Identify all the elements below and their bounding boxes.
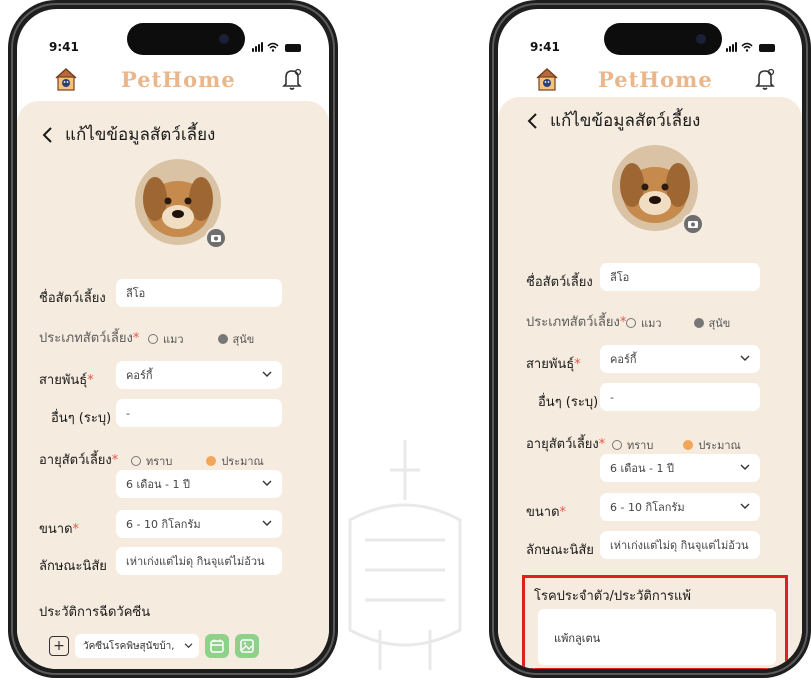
status-icons <box>252 42 301 52</box>
radio-dog[interactable]: สุนัข <box>693 314 730 332</box>
signal-icon <box>726 42 737 52</box>
status-time: 9:41 <box>49 40 79 54</box>
signal-icon <box>252 42 263 52</box>
comparison-stage: 9:41 PetHome แก้ไขข้อมูลสัตว์เลี้ยง ชื่อ… <box>0 0 811 682</box>
page-header: แก้ไขข้อมูลสัตว์เลี้ยง <box>526 107 700 134</box>
pet-name-field[interactable]: ลีโอ <box>116 279 282 307</box>
trait-field[interactable]: เห่าเก่งแต่ไม่ดุ กินจุแต่ไม่อ้วน <box>600 531 760 559</box>
radio-cat[interactable]: แมว <box>148 330 184 348</box>
vaccine-section-title: ประวัติการฉีดวัคซีน <box>39 605 151 620</box>
age-select[interactable]: 6 เดือน - 1 ปี <box>600 454 760 482</box>
wifi-icon <box>741 42 753 52</box>
bell-icon[interactable] <box>279 66 305 92</box>
pet-avatar[interactable] <box>135 159 227 249</box>
image-upload-icon[interactable] <box>235 634 259 658</box>
chevron-down-icon <box>262 480 272 486</box>
size-label: ขนาด* <box>39 522 80 537</box>
vaccine-row: + วัคซีนโรคพิษสุนัขบ้า, <box>49 634 259 658</box>
radio-age-estimate[interactable]: ประมาณ <box>206 452 264 470</box>
pet-type-label: ประเภทสัตว์เลี้ยง* <box>526 315 627 330</box>
house-icon[interactable] <box>53 66 79 92</box>
radio-dog[interactable]: สุนัข <box>217 330 254 348</box>
pet-type-label: ประเภทสัตว์เลี้ยง* <box>39 331 140 346</box>
age-radio-group: ทราบ ประมาณ <box>612 436 741 454</box>
breed-select[interactable]: คอร์กี้ <box>600 345 760 373</box>
chevron-down-icon <box>262 520 272 526</box>
chevron-down-icon <box>740 355 750 361</box>
chevron-down-icon <box>740 503 750 509</box>
breed-select[interactable]: คอร์กี้ <box>116 361 282 389</box>
phone-screen-right: 9:41 PetHome แก้ไขข้อมูลสัตว์เลี้ยง ชื่อ… <box>498 9 802 669</box>
other-field[interactable]: - <box>600 383 760 411</box>
pet-type-radio-group: แมว สุนัข <box>148 330 254 348</box>
house-icon[interactable] <box>534 66 560 92</box>
dynamic-island <box>127 23 245 55</box>
other-label: อื่นๆ (ระบุ) <box>538 395 599 410</box>
allergy-field[interactable]: แพ้กลูเตน <box>538 609 776 665</box>
page-header: แก้ไขข้อมูลสัตว์เลี้ยง <box>41 121 215 148</box>
trait-label: ลักษณะนิสัย <box>39 559 107 574</box>
other-label: อื่นๆ (ระบุ) <box>51 411 112 426</box>
battery-icon <box>759 44 775 52</box>
wifi-icon <box>267 42 279 52</box>
allergy-section-title: โรคประจำตัว/ประวัติการแพ้ <box>534 589 691 604</box>
chevron-left-icon[interactable] <box>526 112 540 130</box>
watermark-emblem <box>348 440 462 670</box>
breed-label: สายพันธุ์* <box>526 357 581 372</box>
pet-avatar[interactable] <box>612 145 704 235</box>
calendar-icon[interactable] <box>205 634 229 658</box>
form-panel: แก้ไขข้อมูลสัตว์เลี้ยง ชื่อสัตว์เลี้ยง ล… <box>17 101 329 669</box>
phone-screen-left: 9:41 PetHome แก้ไขข้อมูลสัตว์เลี้ยง ชื่อ… <box>17 9 329 669</box>
trait-label: ลักษณะนิสัย <box>526 543 594 558</box>
plus-icon[interactable]: + <box>49 636 69 656</box>
app-logo: PetHome <box>598 67 713 92</box>
age-select[interactable]: 6 เดือน - 1 ปี <box>116 470 282 498</box>
chevron-down-icon <box>262 371 272 377</box>
page-title: แก้ไขข้อมูลสัตว์เลี้ยง <box>550 111 701 131</box>
dynamic-island <box>604 23 722 55</box>
camera-icon[interactable] <box>682 213 704 235</box>
other-field[interactable]: - <box>116 399 282 427</box>
phone-frame-right: 9:41 PetHome แก้ไขข้อมูลสัตว์เลี้ยง ชื่อ… <box>489 0 811 678</box>
page-title: แก้ไขข้อมูลสัตว์เลี้ยง <box>65 125 216 145</box>
camera-icon[interactable] <box>205 227 227 249</box>
pet-name-label: ชื่อสัตว์เลี้ยง <box>39 291 106 306</box>
vaccine-select[interactable]: วัคซีนโรคพิษสุนัขบ้า, <box>75 634 199 658</box>
phone-frame-left: 9:41 PetHome แก้ไขข้อมูลสัตว์เลี้ยง ชื่อ… <box>8 0 338 678</box>
chevron-left-icon[interactable] <box>41 126 55 144</box>
pet-name-label: ชื่อสัตว์เลี้ยง <box>526 275 593 290</box>
bell-icon[interactable] <box>752 66 778 92</box>
size-select[interactable]: 6 - 10 กิโลกรัม <box>600 493 760 521</box>
size-select[interactable]: 6 - 10 กิโลกรัม <box>116 510 282 538</box>
trait-field[interactable]: เห่าเก่งแต่ไม่ดุ กินจุแต่ไม่อ้วน <box>116 547 282 575</box>
size-label: ขนาด* <box>526 505 567 520</box>
chevron-down-icon <box>740 464 750 470</box>
status-time: 9:41 <box>530 40 560 54</box>
chevron-down-icon <box>184 643 193 649</box>
age-label: อายุสัตว์เลี้ยง* <box>39 453 119 468</box>
radio-age-estimate[interactable]: ประมาณ <box>683 436 741 454</box>
battery-icon <box>285 44 301 52</box>
age-label: อายุสัตว์เลี้ยง* <box>526 437 606 452</box>
pet-type-radio-group: แมว สุนัข <box>626 314 730 332</box>
status-icons <box>726 42 775 52</box>
radio-cat[interactable]: แมว <box>626 314 662 332</box>
radio-age-known[interactable]: ทราบ <box>131 452 172 470</box>
app-logo: PetHome <box>121 67 236 92</box>
pet-name-field[interactable]: ลีโอ <box>600 263 760 291</box>
age-radio-group: ทราบ ประมาณ <box>131 452 264 470</box>
breed-label: สายพันธุ์* <box>39 373 94 388</box>
radio-age-known[interactable]: ทราบ <box>612 436 653 454</box>
